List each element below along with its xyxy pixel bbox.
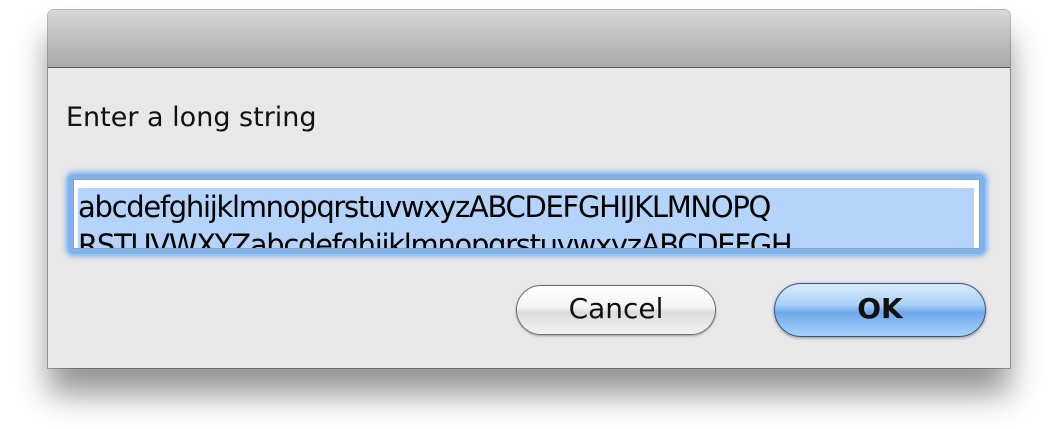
text-field-focus-ring: abcdefghijklmnopqrstuvwxyzABCDEFGHIJKLMN… (68, 174, 985, 254)
long-string-input[interactable]: abcdefghijklmnopqrstuvwxyzABCDEFGHIJKLMN… (73, 179, 980, 249)
ok-button[interactable]: OK (774, 283, 986, 337)
input-text-line: abcdefghijklmnopqrstuvwxyzABCDEFGHIJKLMN… (78, 188, 974, 226)
dialog-title-bar[interactable] (48, 10, 1010, 68)
screen-background: Enter a long string abcdefghijklmnopqrst… (0, 0, 1056, 429)
cancel-button[interactable]: Cancel (516, 285, 716, 335)
input-dialog: Enter a long string abcdefghijklmnopqrst… (48, 10, 1010, 368)
prompt-label: Enter a long string (66, 102, 317, 133)
input-text-line: RSTUVWXYZabcdefghijklmnopqrstuvwxyzABCDE… (78, 226, 974, 248)
